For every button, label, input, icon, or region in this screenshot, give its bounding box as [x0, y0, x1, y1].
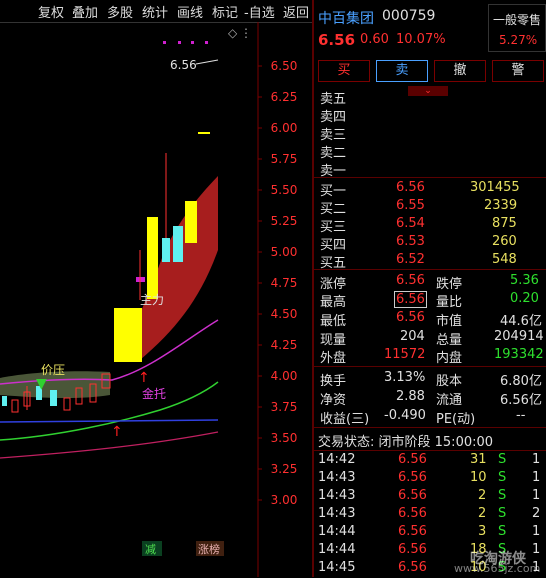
- sell-button[interactable]: 卖: [376, 60, 428, 82]
- toolbar-fuquan-button[interactable]: 复权: [38, 2, 64, 21]
- toolbar-diejia-button[interactable]: 叠加: [72, 2, 98, 21]
- down-arrow-icon: ▼: [36, 376, 47, 392]
- divider: [314, 177, 546, 178]
- divider: [314, 450, 546, 451]
- kline-chart[interactable]: 6.50 6.25 6.00 5.75 5.50 5.25 5.00 4.75 4.50 4.25…: [0, 22, 312, 577]
- up-arrow-icon: ↑: [111, 424, 123, 440]
- price-tick-label: 5.00: [271, 245, 298, 259]
- stock-price: 6.56: [318, 31, 356, 49]
- price-tick-label: 6.50: [271, 59, 298, 73]
- sell-row-5: 卖五: [320, 92, 347, 107]
- price-tick-label: 4.00: [271, 369, 298, 383]
- buy-row-3[interactable]: 买三 6.54 875: [314, 216, 546, 235]
- sell-row-3: 卖三: [320, 128, 347, 143]
- price-tick-label: 4.25: [271, 338, 298, 352]
- tick-row: 14:42 6.56 31 S 1: [318, 452, 541, 467]
- sell-row-1: 卖一: [320, 164, 347, 179]
- buy-row-2[interactable]: 买二 6.55 2339: [314, 198, 546, 217]
- buy-button[interactable]: 买: [318, 60, 370, 82]
- stat-row: 换手 3.13% 股本 6.80亿: [320, 370, 542, 389]
- trade-status: 交易状态: 闭市阶段 15:00:00: [318, 435, 494, 450]
- stock-code: 000759: [382, 8, 436, 24]
- diamond-icon: ◇: [228, 26, 238, 40]
- dots-icon: ⋮: [240, 26, 252, 40]
- buy-row-4[interactable]: 买四 6.53 260: [314, 234, 546, 253]
- stock-change-pct: 10.07%: [396, 32, 446, 47]
- limit-up-candle-1: [114, 308, 142, 362]
- sector-pct: 5.27%: [499, 33, 538, 47]
- chart-toolbar: 复权 叠加 多股 统计 画线 标记 -自选 返回: [0, 0, 312, 23]
- toolbar-tongji-button[interactable]: 统计: [142, 2, 168, 21]
- stat-row: 现量 204 总量 204914: [320, 329, 544, 348]
- price-tick-label: 5.50: [271, 183, 298, 197]
- jian-badge: 减: [145, 543, 156, 556]
- zhuli-label: 主力: [140, 293, 164, 307]
- tick-row: 14:43 6.56 10 S 1: [318, 470, 541, 485]
- watermark-url: www.565jz.com: [454, 562, 541, 575]
- cancel-button[interactable]: 撤: [434, 60, 486, 82]
- jiaya-label: 价压: [41, 363, 65, 377]
- buy-row-1[interactable]: 买一 6.56 301455: [314, 180, 546, 199]
- toolbar-fanhui-button[interactable]: 返回: [283, 2, 309, 21]
- price-tick-label: 3.50: [271, 431, 298, 445]
- alert-button[interactable]: 警: [492, 60, 544, 82]
- buy-row-5[interactable]: 买五 6.52 548: [314, 252, 546, 271]
- divider: [314, 427, 546, 428]
- price-tick-label: 3.75: [271, 400, 298, 414]
- price-tick-label: 6.25: [271, 90, 298, 104]
- price-tick-label: 6.00: [271, 121, 298, 135]
- divider: [314, 269, 546, 270]
- stat-row: 最低 6.56 市值 44.6亿: [320, 310, 542, 329]
- up-arrow-icon: ↑: [138, 370, 150, 386]
- toolbar-duogu-button[interactable]: 多股: [107, 2, 133, 21]
- ma-line-blue: [0, 419, 219, 423]
- price-tick-label: 4.75: [271, 276, 298, 290]
- ma-line-pink: [0, 431, 219, 459]
- stat-row: 净资 2.88 流通 6.56亿: [320, 389, 542, 408]
- quote-panel: 中百集团 000759 6.56 0.60 10.07% 一般零售 5.27% …: [314, 0, 546, 577]
- divider: [314, 366, 546, 367]
- stat-row: 涨停 6.56 跌停 5.36: [320, 273, 539, 292]
- toolbar-huaxian-button[interactable]: 画线: [177, 2, 203, 21]
- price-axis: 6.50 6.25 6.00 5.75 5.50 5.25 5.00 4.75 4.50 4.25…: [258, 59, 297, 507]
- sector-label: 一般零售: [493, 13, 542, 27]
- jintuo-label: 金托: [142, 386, 166, 401]
- current-price-label: 6.56: [170, 58, 197, 72]
- stat-row: 最高 6.56 量比 0.20: [320, 291, 539, 310]
- stat-row: 收益(三) -0.490 PE(动) --: [320, 408, 526, 427]
- stat-row: 外盘 11572 内盘 193342: [320, 347, 544, 366]
- signal-dots: [163, 41, 208, 44]
- sell-row-4: 卖四: [320, 110, 347, 125]
- sell-row-2: 卖二: [320, 146, 347, 161]
- price-tick-label: 3.25: [271, 462, 298, 476]
- price-tick-label: 4.50: [271, 307, 298, 321]
- price-tick-label: 5.75: [271, 152, 298, 166]
- sector-box[interactable]: 一般零售 5.27%: [488, 4, 546, 52]
- zhangbang-badge: 涨榜: [198, 542, 220, 556]
- tick-row: 14:43 6.56 2 S 2: [318, 506, 541, 521]
- stock-change: 0.60: [360, 32, 389, 47]
- price-tick-label: 5.25: [271, 214, 298, 228]
- price-tick-label: 3.00: [271, 493, 298, 507]
- tick-row: 14:44 6.56 3 S 1: [318, 524, 541, 539]
- toolbar-biaoji-button[interactable]: 标记: [212, 2, 238, 21]
- stock-name: 中百集团: [318, 11, 374, 27]
- tick-row: 14:43 6.56 2 S 1: [318, 488, 541, 503]
- toolbar-zixuan-button[interactable]: -自选: [244, 2, 275, 21]
